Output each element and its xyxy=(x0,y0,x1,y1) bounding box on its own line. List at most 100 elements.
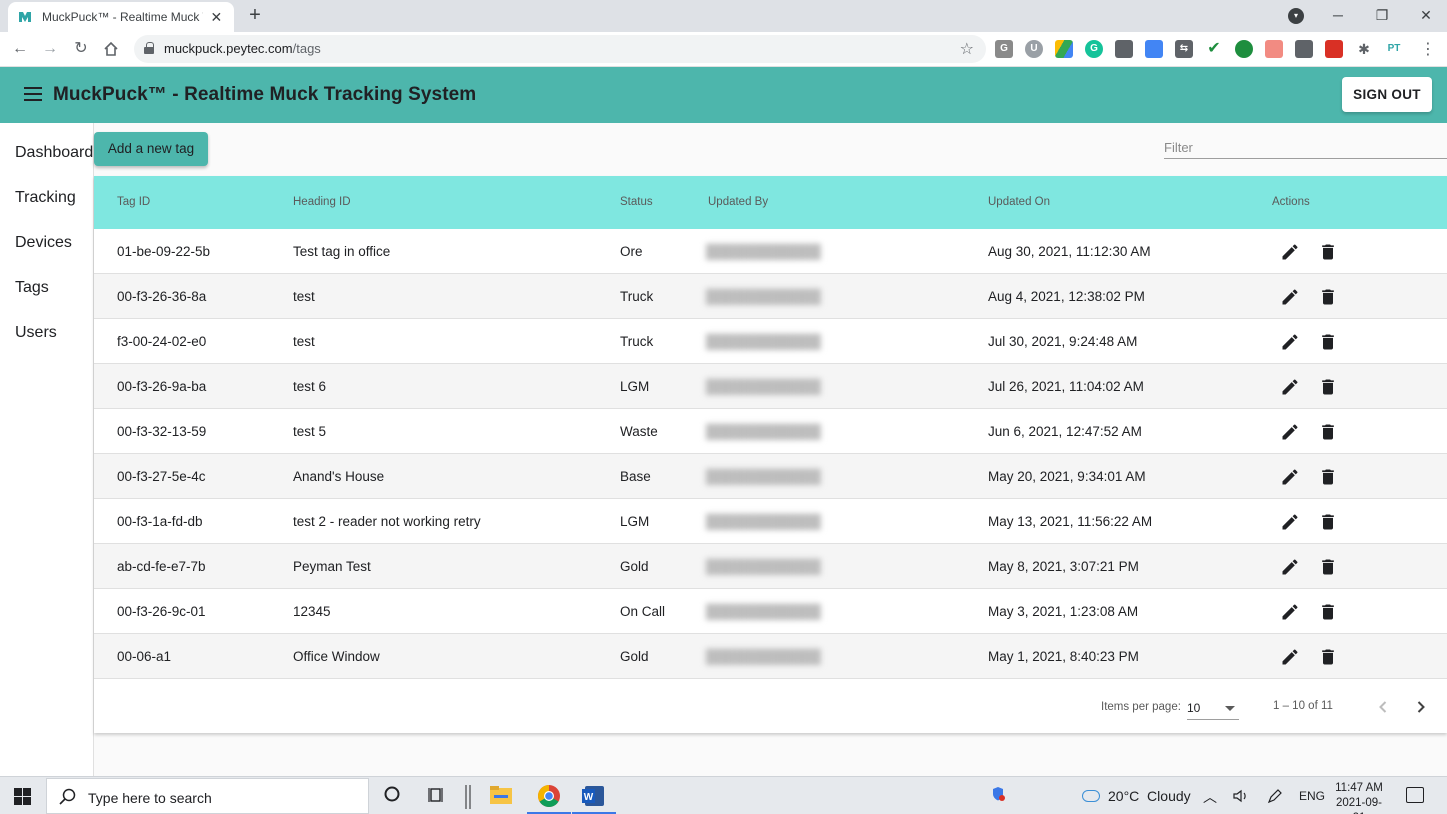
header-tag-id[interactable]: Tag ID xyxy=(117,196,150,208)
extensions-puzzle-icon[interactable]: ✱ xyxy=(1355,40,1373,58)
checkmark-extension-icon[interactable]: ✔ xyxy=(1205,40,1223,58)
tab-search-icon[interactable]: ▾ xyxy=(1288,8,1304,24)
edit-icon[interactable] xyxy=(1280,377,1300,397)
table-row[interactable]: 00-06-a1 Office Window Gold May 1, 2021, 8:… xyxy=(94,634,1447,679)
clock-time: 11:47 AM xyxy=(1335,782,1383,794)
delete-icon[interactable] xyxy=(1318,377,1338,397)
table-row[interactable]: ab-cd-fe-e7-7b Peyman Test Gold May 8, 2021… xyxy=(94,544,1447,589)
table-row[interactable]: 00-f3-26-9a-ba test 6 LGM Jul 26, 2021, 11:… xyxy=(94,364,1447,409)
delete-icon[interactable] xyxy=(1318,467,1338,487)
edit-icon[interactable] xyxy=(1280,422,1300,442)
hamburger-menu-icon[interactable] xyxy=(24,87,42,101)
cell-heading-id: test xyxy=(293,289,315,304)
word-taskbar-icon[interactable]: W xyxy=(572,777,616,814)
input-language[interactable]: ENG xyxy=(1299,789,1325,803)
notifications-icon[interactable] xyxy=(1406,787,1424,803)
extension-dark-icon[interactable] xyxy=(1295,40,1313,58)
header-heading-id[interactable]: Heading ID xyxy=(293,196,351,208)
tab-close-icon[interactable]: ✕ xyxy=(209,9,224,26)
extension-shield-icon[interactable] xyxy=(1325,40,1343,58)
taskbar-search-box[interactable]: Type here to search xyxy=(46,778,369,814)
task-view-icon[interactable] xyxy=(426,785,448,807)
delete-icon[interactable] xyxy=(1318,602,1338,622)
system-clock[interactable]: 11:47 AM 2021-09-21 xyxy=(1333,781,1385,814)
home-icon[interactable] xyxy=(100,38,122,60)
pen-icon[interactable] xyxy=(1266,787,1284,808)
cell-status: Gold xyxy=(620,649,649,664)
address-bar[interactable]: muckpuck.peytec.com/tags ☆ xyxy=(134,35,986,63)
extension-blue-icon[interactable] xyxy=(1145,40,1163,58)
close-window-icon[interactable]: ✕ xyxy=(1404,0,1447,32)
delete-icon[interactable] xyxy=(1318,557,1338,577)
browser-menu-icon[interactable]: ⋮ xyxy=(1420,39,1436,59)
sidebar-item-devices[interactable]: Devices xyxy=(15,234,72,252)
extension-grid-icon[interactable] xyxy=(1265,40,1283,58)
table-row[interactable]: 00-f3-26-9c-01 12345 On Call May 3, 2021, 1… xyxy=(94,589,1447,634)
add-tag-button[interactable]: Add a new tag xyxy=(94,132,208,166)
sidebar-item-tags[interactable]: Tags xyxy=(15,279,49,297)
show-hidden-icons-chevron-icon[interactable]: ︿ xyxy=(1203,787,1217,807)
header-updated-on[interactable]: Updated On xyxy=(988,196,1050,208)
sign-out-button[interactable]: SIGN OUT xyxy=(1342,77,1432,112)
grammarly-icon[interactable]: G xyxy=(1085,40,1103,58)
table-row[interactable]: 00-f3-1a-fd-db test 2 - reader not workin… xyxy=(94,499,1447,544)
extension-u-icon[interactable]: U xyxy=(1025,40,1043,58)
edit-icon[interactable] xyxy=(1280,287,1300,307)
security-alert-icon[interactable] xyxy=(987,785,1009,807)
cell-updated-by-redacted: ████████████ xyxy=(706,244,821,259)
back-icon[interactable]: ← xyxy=(9,38,31,60)
table-row[interactable]: 01-be-09-22-5b Test tag in office Ore Aug 3… xyxy=(94,229,1447,274)
next-page-icon[interactable] xyxy=(1411,697,1431,717)
filter-field[interactable] xyxy=(1164,135,1447,159)
bookmark-star-icon[interactable]: ☆ xyxy=(960,39,974,59)
minimize-icon[interactable]: ─ xyxy=(1316,0,1360,32)
header-updated-by[interactable]: Updated By xyxy=(708,196,768,208)
edit-icon[interactable] xyxy=(1280,332,1300,352)
cortana-icon[interactable] xyxy=(381,785,403,807)
weather-widget[interactable]: 20°C Cloudy xyxy=(1082,788,1191,804)
cell-updated-by-redacted: ████████████ xyxy=(706,559,821,574)
windows-start-icon[interactable] xyxy=(14,788,31,805)
delete-icon[interactable] xyxy=(1318,332,1338,352)
sidebar-item-tracking[interactable]: Tracking xyxy=(15,189,76,207)
extension-g-icon[interactable]: G xyxy=(995,40,1013,58)
edit-icon[interactable] xyxy=(1280,557,1300,577)
chrome-taskbar-icon[interactable] xyxy=(527,777,571,814)
sidebar-item-dashboard[interactable]: Dashboard xyxy=(15,144,93,162)
delete-icon[interactable] xyxy=(1318,242,1338,262)
items-per-page-select[interactable]: 10 xyxy=(1187,698,1239,720)
table-row[interactable]: f3-00-24-02-e0 test Truck Jul 30, 2021, 9:2… xyxy=(94,319,1447,364)
edit-icon[interactable] xyxy=(1280,467,1300,487)
table-row[interactable]: 00-f3-27-5e-4c Anand's House Base May 20, 2… xyxy=(94,454,1447,499)
delete-icon[interactable] xyxy=(1318,512,1338,532)
edit-icon[interactable] xyxy=(1280,602,1300,622)
header-status[interactable]: Status xyxy=(620,196,653,208)
cell-status: LGM xyxy=(620,379,650,394)
table-row[interactable]: 00-f3-32-13-59 test 5 Waste Jun 6, 2021, 12… xyxy=(94,409,1447,454)
window-controls: ─ ❐ ✕ xyxy=(1316,0,1447,32)
table-row[interactable]: 00-f3-26-36-8a test Truck Aug 4, 2021, 12:3… xyxy=(94,274,1447,319)
extension-box-icon[interactable] xyxy=(1115,40,1133,58)
reload-icon[interactable]: ↻ xyxy=(70,38,92,60)
edit-icon[interactable] xyxy=(1280,512,1300,532)
delete-icon[interactable] xyxy=(1318,647,1338,667)
new-tab-icon[interactable]: + xyxy=(244,4,266,26)
google-drive-icon[interactable] xyxy=(1055,40,1073,58)
sidebar-item-users[interactable]: Users xyxy=(15,324,57,342)
browser-toolbar: ← → ↻ muckpuck.peytec.com/tags ☆ G U G ⇆… xyxy=(0,32,1447,67)
edit-icon[interactable] xyxy=(1280,647,1300,667)
extension-pt-icon[interactable]: PT xyxy=(1385,40,1403,58)
delete-icon[interactable] xyxy=(1318,287,1338,307)
delete-icon[interactable] xyxy=(1318,422,1338,442)
cell-status: On Call xyxy=(620,604,666,619)
forward-icon[interactable]: → xyxy=(39,38,61,60)
restore-icon[interactable]: ❐ xyxy=(1360,0,1404,32)
extension-usb-icon[interactable]: ⇆ xyxy=(1175,40,1193,58)
file-explorer-icon[interactable] xyxy=(479,777,523,814)
extension-green-dot-icon[interactable] xyxy=(1235,40,1253,58)
volume-icon[interactable] xyxy=(1232,787,1250,808)
browser-tab[interactable]: MuckPuck™ - Realtime Muck Trac ✕ xyxy=(8,2,234,32)
edit-icon[interactable] xyxy=(1280,242,1300,262)
filter-input[interactable] xyxy=(1164,135,1447,159)
previous-page-icon[interactable] xyxy=(1373,697,1393,717)
